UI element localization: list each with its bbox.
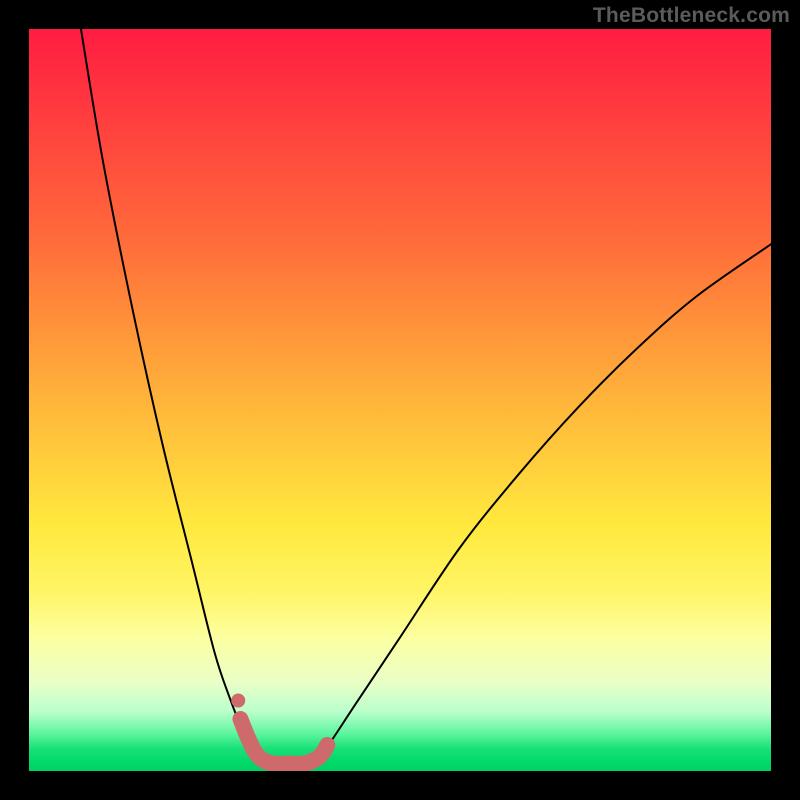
- chart-frame: TheBottleneck.com: [0, 0, 800, 800]
- watermark-label: TheBottleneck.com: [593, 4, 790, 28]
- plot-area: [29, 29, 771, 771]
- bottleneck-curve: [81, 29, 771, 771]
- curve-svg: [29, 29, 771, 771]
- upper-marker-dot: [231, 694, 245, 708]
- series-layer: [81, 29, 771, 771]
- bottom-marker-strip: [240, 719, 327, 764]
